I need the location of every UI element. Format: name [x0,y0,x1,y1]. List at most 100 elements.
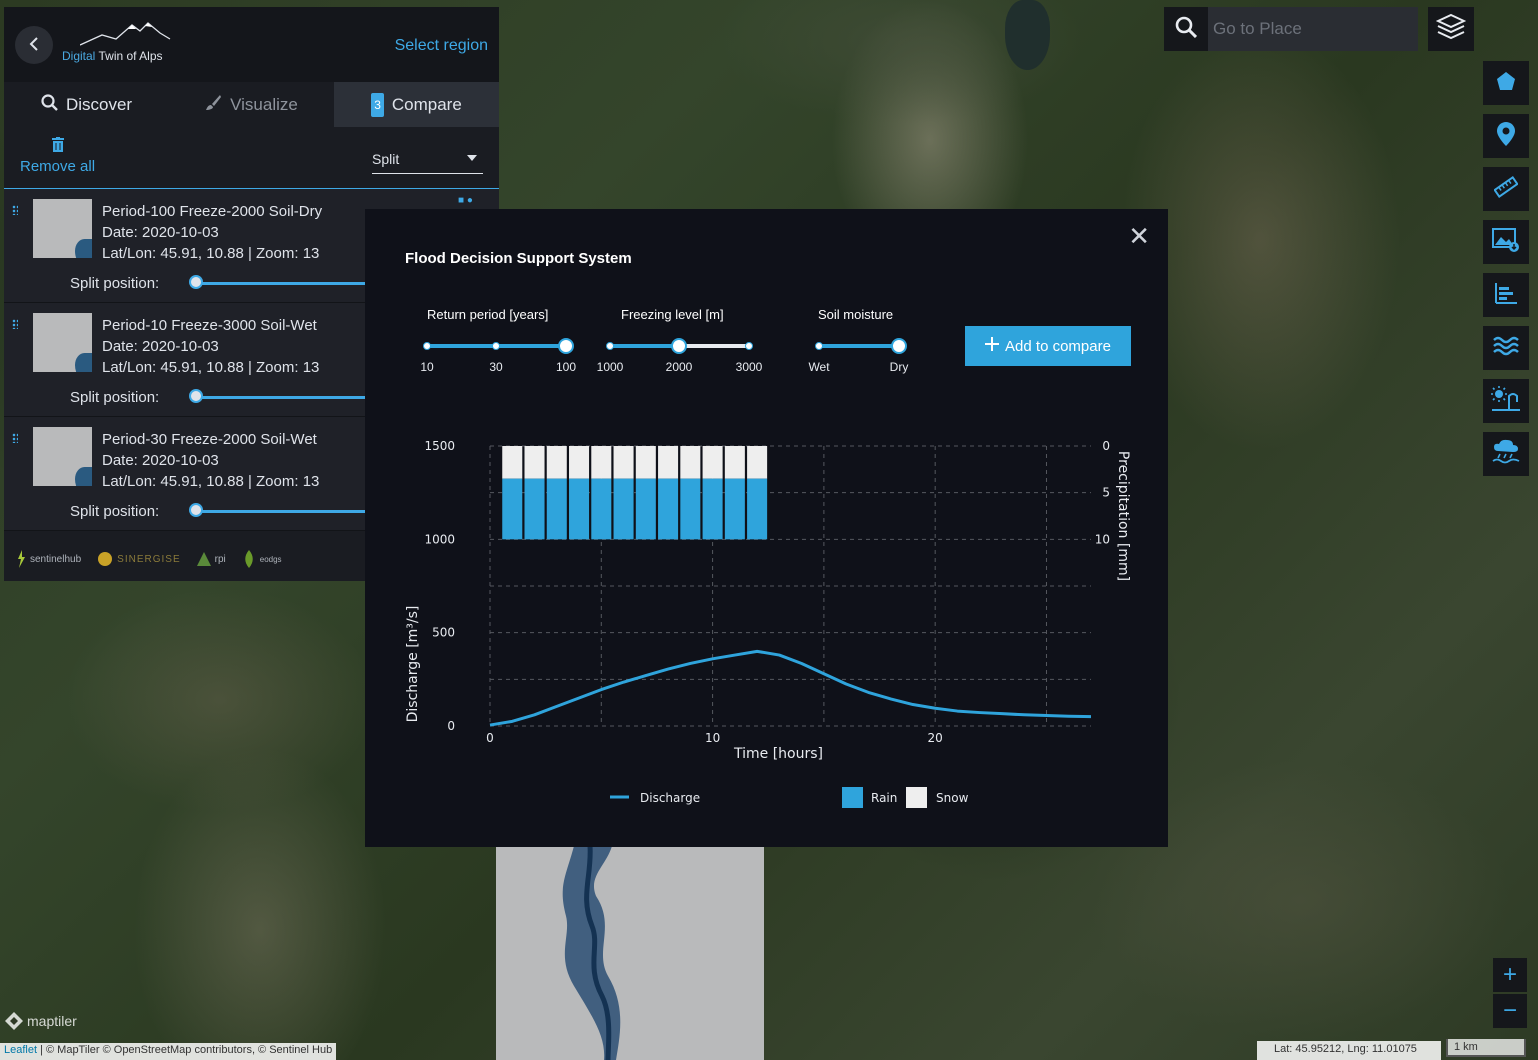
search-box [1164,7,1418,51]
y-axis-title: Discharge [m³/s] [405,606,421,723]
map-pin-icon [1497,121,1515,151]
search-button[interactable] [1164,7,1208,51]
sinergise-logo[interactable]: SINERGISE [97,551,180,567]
sentinelhub-logo[interactable]: sentinelhub [16,550,81,568]
compare-item-title: Period-10 Freeze-3000 Soil-Wet [102,317,317,334]
zoom-control: + − [1493,958,1527,1030]
rain-bar [680,478,701,540]
x-tick-label: 10 [705,731,720,745]
cursor-coordinates: Lat: 45.95212, Lng: 11.01075 [1257,1041,1441,1060]
layers-button[interactable] [1428,7,1474,51]
compare-item-text: Period-30 Freeze-2000 Soil-Wet Date: 202… [102,429,319,492]
polygon-icon [1496,71,1516,96]
drag-handle-icon[interactable] [12,319,18,329]
split-position-handle[interactable] [189,503,203,517]
app-name-prefix: Digital [62,49,96,63]
split-position-label: Split position: [70,389,160,406]
split-position-handle[interactable] [189,389,203,403]
measure-button[interactable] [1483,167,1529,211]
compare-item-title: Period-100 Freeze-2000 Soil-Dry [102,203,323,220]
locate-item-icon[interactable]: ● [467,195,473,206]
y2-tick-label: 10 [1095,532,1110,546]
snow-bar [747,446,768,479]
search-icon [1175,16,1198,43]
legend-snow-label: Snow [936,791,969,805]
compare-item-location: Lat/Lon: 45.91, 10.88 | Zoom: 13 [102,359,320,376]
flood-dss-modal: Flood Decision Support System ✕ Return p… [365,209,1168,847]
compare-mode-value: Split [372,151,400,167]
legend-rain-label: Rain [871,791,897,805]
tab-visualize-label: Visualize [230,94,298,114]
y2-axis-title: Precipitation [mm] [1115,451,1131,581]
y-tick-label: 0 [447,719,455,733]
snow-bar [502,446,523,479]
go-to-place-input[interactable] [1208,7,1418,51]
rpi-logo[interactable]: rpi [196,552,226,566]
mountain-logo-icon [80,22,171,46]
x-tick-label: 20 [928,731,943,745]
snow-bar [546,446,567,479]
legend-discharge-label: Discharge [640,791,700,805]
rain-bar [747,478,768,540]
rain-bar [591,478,612,540]
add-marker-button[interactable] [1483,114,1529,158]
chevron-left-icon [28,35,40,56]
compare-toolbar: Remove all Split [4,127,499,189]
discharge-line [489,649,1092,727]
split-position-handle[interactable] [189,275,203,289]
snow-bar [702,446,723,479]
rain-bar [658,478,679,540]
precipitation-button[interactable] [1483,432,1529,476]
compare-item-location: Lat/Lon: 45.91, 10.88 | Zoom: 13 [102,245,320,262]
snow-bar [680,446,701,479]
zoom-in-button[interactable]: + [1493,958,1527,992]
partner-logos: sentinelhub SINERGISE rpi eodgs [4,537,364,581]
ruler-icon [1493,175,1519,204]
tab-visualize[interactable]: Visualize [169,82,334,127]
layers-icon [1435,13,1467,46]
flood-button[interactable] [1483,326,1529,370]
snow-bar [524,446,545,479]
drag-handle-icon[interactable] [12,433,18,443]
y2-tick-label: 5 [1102,486,1110,500]
compare-item-date: Date: 2020-10-03 [102,452,219,469]
leaflet-link[interactable]: Leaflet [4,1044,37,1056]
x-tick-label: 0 [486,731,494,745]
drag-handle-icon[interactable] [12,205,18,215]
tab-discover[interactable]: Discover [4,82,169,127]
back-button[interactable] [15,26,53,64]
snow-bar [658,446,679,479]
x-axis-title: Time [hours] [733,746,823,762]
snow-bar [613,446,634,479]
bar-chart-icon [1494,282,1518,309]
maptiler-logo[interactable]: maptiler [5,1012,77,1030]
compare-item-location: Lat/Lon: 45.91, 10.88 | Zoom: 13 [102,473,320,490]
image-download-icon [1492,227,1520,258]
rain-bar [702,478,723,540]
rain-bar [613,478,634,540]
eodgs-logo[interactable]: eodgs [242,550,282,568]
rain-bar [635,478,656,540]
remove-all-button[interactable]: Remove all [20,137,95,175]
tab-compare[interactable]: 3 Compare [334,82,499,127]
delete-item-icon[interactable]: ■ [458,195,464,206]
compare-mode-select[interactable]: Split [372,151,483,174]
statistics-button[interactable] [1483,273,1529,317]
y-tick-label: 1500 [424,439,455,453]
zoom-out-button[interactable]: − [1493,994,1527,1028]
snow-bar [569,446,590,479]
y-tick-label: 1000 [424,532,455,546]
download-image-button[interactable] [1483,220,1529,264]
split-position-label: Split position: [70,503,160,520]
select-region-link[interactable]: Select region [395,37,488,55]
lake [1005,0,1050,70]
discharge-chart: 0 500 1000 1500 0 5 10 0 10 20 Time [hours] Dischar… [405,439,1131,808]
snow-bar [591,446,612,479]
rain-bar [524,478,545,540]
legend-snow-swatch [906,787,927,808]
draw-polygon-button[interactable] [1483,61,1529,105]
rain-bar [724,478,745,540]
map-tools [1483,61,1529,485]
weather-button[interactable] [1483,379,1529,423]
flood-overlay-strip [496,846,764,1060]
